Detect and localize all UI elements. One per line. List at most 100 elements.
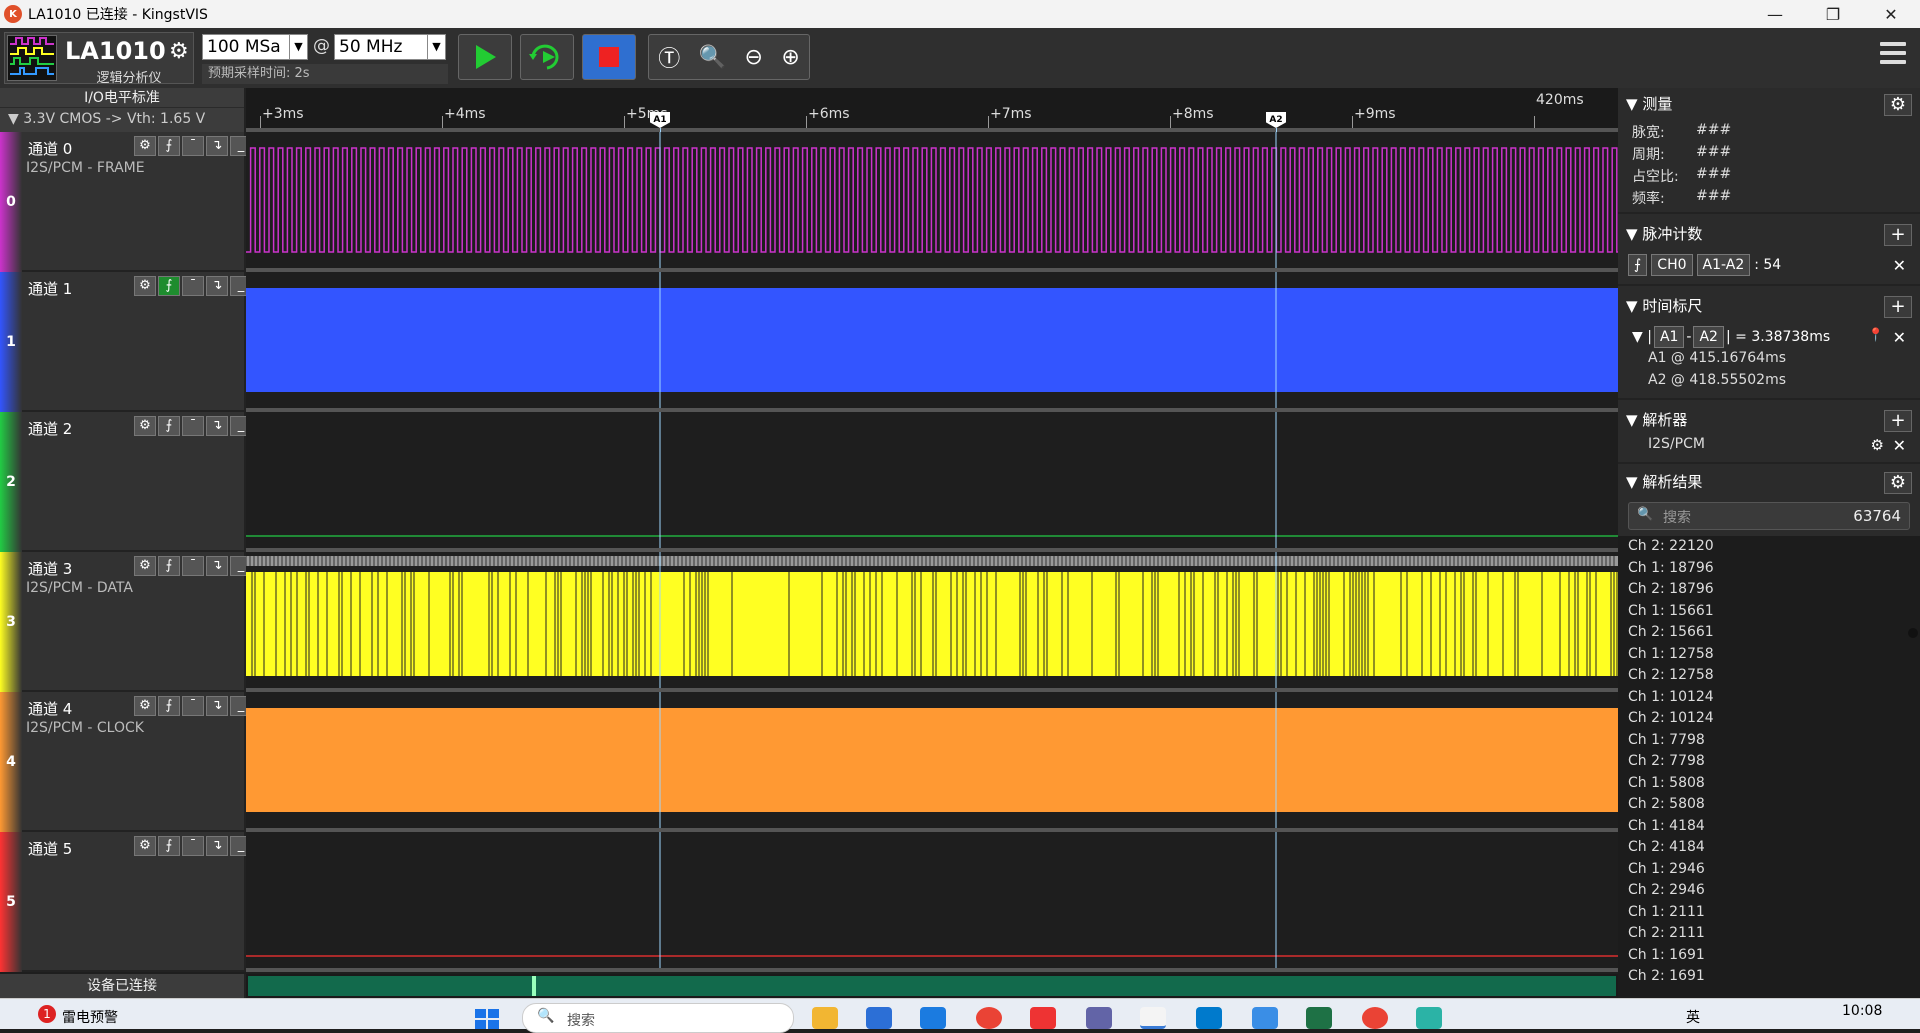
high-level-trigger-icon[interactable]: ¯ — [182, 836, 204, 856]
zoom-in-icon[interactable]: ⊕ — [781, 45, 799, 70]
channel-color-strip[interactable]: 5 — [0, 832, 22, 972]
falling-edge-trigger-icon[interactable]: ↴ — [206, 556, 228, 576]
result-item[interactable]: Ch 1: 4184 — [1618, 816, 1920, 838]
result-item[interactable]: Ch 1: 1691 — [1618, 945, 1920, 967]
sample-rate-select[interactable]: 50 MHz ▼ — [334, 34, 446, 60]
channel-settings-gear-icon[interactable]: ⚙ — [134, 836, 156, 856]
vscode-icon[interactable] — [1196, 1007, 1222, 1029]
hamburger-menu-icon[interactable] — [1880, 42, 1906, 69]
channel-info[interactable]: 通道 4 I2S/PCM - CLOCK ⚙ ⨍ ¯ ↴ _ — [22, 692, 252, 832]
channel-settings-gear-icon[interactable]: ⚙ — [134, 556, 156, 576]
zoom-out-icon[interactable]: ⊖ — [744, 45, 762, 70]
channel-settings-gear-icon[interactable]: ⚙ — [134, 696, 156, 716]
rising-edge-trigger-icon[interactable]: ⨍ — [158, 276, 180, 296]
analyzers-section-header[interactable]: ▼ 解析器 — [1626, 408, 1687, 432]
channel-info[interactable]: 通道 2 ⚙ ⨍ ¯ ↴ _ — [22, 412, 252, 552]
falling-edge-trigger-icon[interactable]: ↴ — [206, 836, 228, 856]
excel-icon[interactable] — [1306, 1007, 1332, 1029]
result-item[interactable]: Ch 2: 2111 — [1618, 923, 1920, 945]
rising-edge-trigger-icon[interactable]: ⨍ — [158, 416, 180, 436]
weather-alert[interactable]: 雷电预警 — [62, 1007, 118, 1027]
channel-color-strip[interactable]: 2 — [0, 412, 22, 552]
pulse-count-range[interactable]: A1-A2 — [1696, 254, 1751, 276]
falling-edge-trigger-icon[interactable]: ↴ — [206, 696, 228, 716]
channel-settings-gear-icon[interactable]: ⚙ — [134, 416, 156, 436]
analyzer-item[interactable]: I2S/PCM — [1648, 436, 1705, 452]
result-item[interactable]: Ch 1: 18796 — [1618, 558, 1920, 580]
pulse-count-section-header[interactable]: ▼ 脉冲计数 — [1626, 222, 1702, 246]
rising-edge-icon[interactable]: ⨍ — [1628, 254, 1648, 276]
zoom-fit-icon[interactable]: 🔍 — [699, 45, 726, 70]
channel-settings-gear-icon[interactable]: ⚙ — [134, 276, 156, 296]
pulse-count-channel[interactable]: CH0 — [1651, 254, 1693, 276]
channel-waveform[interactable] — [246, 552, 1618, 692]
falling-edge-trigger-icon[interactable]: ↴ — [206, 276, 228, 296]
result-item[interactable]: Ch 2: 7798 — [1618, 751, 1920, 773]
rising-edge-trigger-icon[interactable]: ⨍ — [158, 136, 180, 156]
teams-icon[interactable] — [1086, 1007, 1112, 1029]
result-item[interactable]: Ch 1: 2111 — [1618, 902, 1920, 924]
delta-a2-chip[interactable]: A2 — [1693, 326, 1724, 348]
text-cursor-icon[interactable]: Ⓣ — [658, 41, 680, 73]
channel-waveform[interactable] — [246, 412, 1618, 552]
channel-info[interactable]: 通道 1 ⚙ ⨍ ¯ ↴ _ — [22, 272, 252, 412]
device-panel[interactable]: LA1010 ⚙ 逻辑分析仪 — [4, 32, 194, 86]
sample-depth-select[interactable]: 100 MSa ▼ — [202, 34, 308, 60]
app-icon[interactable] — [1416, 1007, 1442, 1029]
cursor-a1-flag[interactable]: A1 — [650, 112, 670, 128]
high-level-trigger-icon[interactable]: ¯ — [182, 136, 204, 156]
result-item[interactable]: Ch 1: 2946 — [1618, 859, 1920, 881]
channel-info[interactable]: 通道 3 I2S/PCM - DATA ⚙ ⨍ ¯ ↴ _ — [22, 552, 252, 692]
result-item[interactable]: Ch 1: 10124 — [1618, 687, 1920, 709]
high-level-trigger-icon[interactable]: ¯ — [182, 416, 204, 436]
channel-color-strip[interactable]: 4 — [0, 692, 22, 832]
mx-app-icon[interactable] — [1252, 1007, 1278, 1029]
results-section-header[interactable]: ▼ 解析结果 — [1626, 470, 1702, 494]
windows-start-icon[interactable] — [474, 1007, 500, 1029]
time-markers-section-header[interactable]: ▼ 时间标尺 — [1626, 294, 1702, 318]
falling-edge-trigger-icon[interactable]: ↴ — [206, 416, 228, 436]
high-level-trigger-icon[interactable]: ¯ — [182, 696, 204, 716]
add-time-marker-plus-icon[interactable]: + — [1884, 296, 1912, 318]
high-level-trigger-icon[interactable]: ¯ — [182, 276, 204, 296]
store-icon[interactable] — [866, 1007, 892, 1029]
device-settings-gear-icon[interactable]: ⚙ — [169, 39, 189, 64]
measure-section-header[interactable]: ▼ 测量 — [1626, 92, 1672, 116]
close-button[interactable]: ✕ — [1862, 0, 1920, 28]
result-item[interactable]: Ch 1: 12758 — [1618, 644, 1920, 666]
rising-edge-trigger-icon[interactable]: ⨍ — [158, 556, 180, 576]
scrollbar-handle[interactable] — [532, 976, 536, 996]
cursor-a2-flag[interactable]: A2 — [1266, 112, 1286, 128]
scroll-indicator[interactable] — [1908, 628, 1918, 638]
input-language[interactable]: 英 — [1686, 1007, 1700, 1027]
results-list[interactable]: Ch 2: 22120 Ch 1: 18796 Ch 2: 18796 Ch 1: 1… — [1618, 536, 1920, 998]
channel-color-strip[interactable]: 3 — [0, 552, 22, 692]
results-search-box[interactable]: 🔍 搜索 63764 — [1628, 502, 1910, 530]
scrollbar-track[interactable] — [248, 976, 1616, 996]
stop-button[interactable] — [582, 34, 636, 80]
result-item[interactable]: Ch 2: 15661 — [1618, 622, 1920, 644]
chrome-2-icon[interactable] — [1362, 1007, 1388, 1029]
result-item[interactable]: Ch 2: 5808 — [1618, 794, 1920, 816]
outlook-icon[interactable] — [920, 1007, 946, 1029]
result-item[interactable]: Ch 1: 15661 — [1618, 601, 1920, 623]
falling-edge-trigger-icon[interactable]: ↴ — [206, 136, 228, 156]
channel-color-strip[interactable]: 0 — [0, 132, 22, 272]
delta-a1-chip[interactable]: A1 — [1653, 326, 1685, 348]
io-standard-select[interactable]: ▼ 3.3V CMOS -> Vth: 1.65 V — [0, 108, 244, 132]
minimize-button[interactable]: — — [1746, 0, 1804, 28]
restore-button[interactable]: ❐ — [1804, 0, 1862, 28]
measure-settings-gear-icon[interactable]: ⚙ — [1884, 94, 1912, 116]
channel-info[interactable]: 通道 5 ⚙ ⨍ ¯ ↴ _ — [22, 832, 252, 972]
notification-badge[interactable]: 1 — [38, 1005, 56, 1023]
channel-settings-gear-icon[interactable]: ⚙ — [134, 136, 156, 156]
start-button[interactable] — [458, 34, 512, 80]
channel-info[interactable]: 通道 0 I2S/PCM - FRAME ⚙ ⨍ ¯ ↴ _ — [22, 132, 252, 272]
channel-waveform[interactable] — [246, 692, 1618, 832]
result-item[interactable]: Ch 1: 5808 — [1618, 773, 1920, 795]
result-item[interactable]: Ch 2: 1691 — [1618, 966, 1920, 988]
channel-waveform[interactable] — [246, 832, 1618, 972]
rising-edge-trigger-icon[interactable]: ⨍ — [158, 836, 180, 856]
channel-waveform[interactable] — [246, 132, 1618, 272]
high-level-trigger-icon[interactable]: ¯ — [182, 556, 204, 576]
